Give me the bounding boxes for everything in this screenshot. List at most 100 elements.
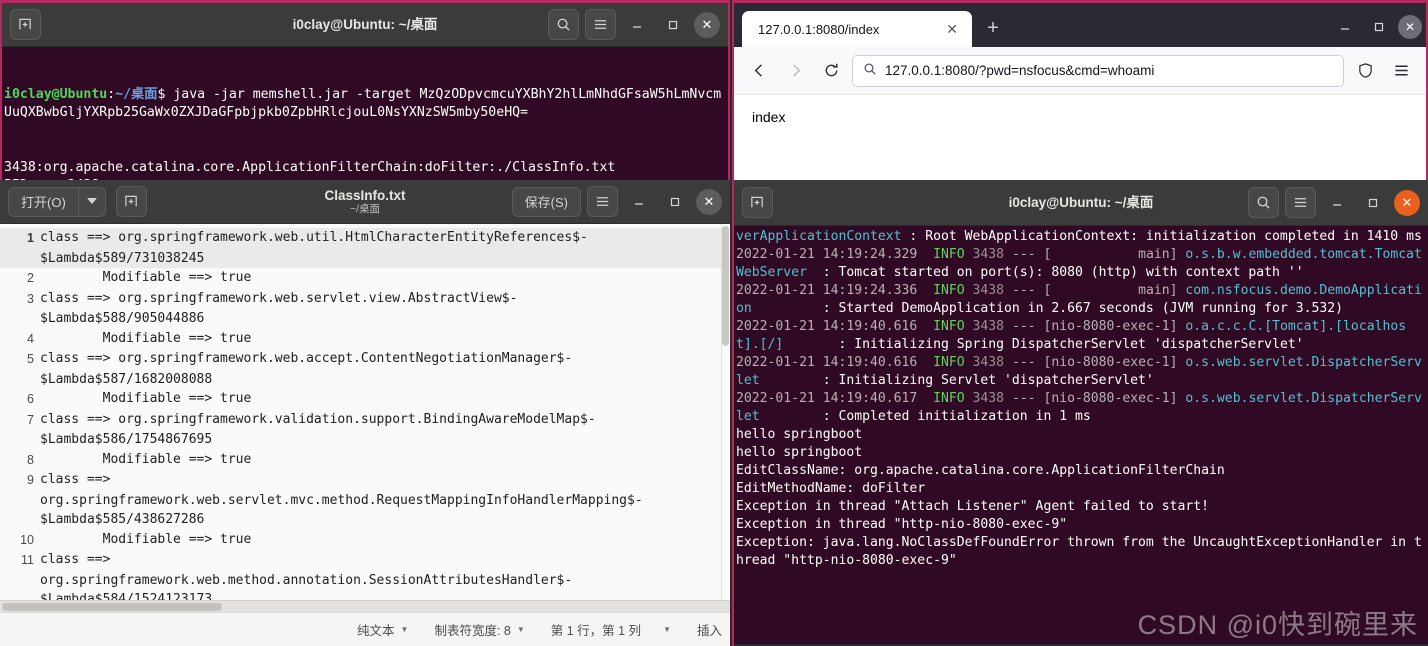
editor-line-row[interactable]: 1 class ==> org.springframework.web.util.… bbox=[0, 228, 730, 249]
editor-vertical-scrollbar[interactable] bbox=[721, 224, 730, 612]
editor-line-row[interactable]: org.springframework.web.method.annotatio… bbox=[0, 571, 730, 591]
new-tab-icon[interactable] bbox=[742, 187, 773, 218]
editor-line-row[interactable]: $Lambda$586/1754867695 bbox=[0, 430, 730, 450]
shield-icon[interactable] bbox=[1350, 56, 1380, 86]
editor-line-row[interactable]: org.springframework.web.servlet.mvc.meth… bbox=[0, 491, 730, 511]
back-arrow-icon[interactable] bbox=[744, 56, 774, 86]
terminal-log-segment: hello springboot bbox=[736, 445, 863, 460]
editor-horizontal-scrollbar[interactable] bbox=[0, 600, 730, 612]
status-position-label: 第 1 行，第 1 列 bbox=[550, 624, 642, 638]
editor-titlebar[interactable]: 打开(O) ClassInfo.txt ~/桌面 保存(S) ✕ bbox=[0, 180, 730, 224]
editor-horizontal-scroll-thumb[interactable] bbox=[2, 603, 222, 611]
maximize-icon[interactable] bbox=[1358, 188, 1388, 218]
terminal-log-line: Exception: java.lang.NoClassDefFoundErro… bbox=[736, 534, 1424, 570]
editor-line-row[interactable]: 11 class ==> bbox=[0, 550, 730, 571]
editor-line-number: 7 bbox=[27, 412, 34, 427]
minimize-icon[interactable] bbox=[622, 10, 652, 40]
status-tabwidth[interactable]: 制表符宽度: 8 ▼ bbox=[434, 620, 524, 639]
editor-line-row[interactable]: $Lambda$587/1682008088 bbox=[0, 370, 730, 390]
editor-line-row[interactable]: 8 Modifiable ==> true bbox=[0, 450, 730, 471]
prompt-user: i0clay@Ubuntu bbox=[4, 86, 108, 102]
search-icon[interactable] bbox=[1248, 187, 1279, 218]
new-tab-icon[interactable] bbox=[10, 9, 41, 40]
terminal-top-titlebar[interactable]: i0clay@Ubuntu: ~/桌面 ✕ bbox=[2, 3, 728, 47]
minimize-icon[interactable] bbox=[1330, 13, 1360, 41]
terminal-log-segment: INFO bbox=[933, 355, 965, 370]
address-bar[interactable]: 127.0.0.1:8080/?pwd=nsfocus&cmd=whoami bbox=[852, 54, 1344, 87]
terminal-bottom-output[interactable]: verApplicationContext : Root WebApplicat… bbox=[734, 226, 1428, 644]
maximize-icon[interactable] bbox=[658, 10, 688, 40]
page-content: index bbox=[734, 95, 1426, 180]
terminal-log-segment bbox=[965, 283, 973, 298]
terminal-log-segment: : Tomcat started on port(s): 8080 (http)… bbox=[806, 265, 1304, 280]
editor-line-row[interactable]: $Lambda$589/731038245 bbox=[0, 248, 730, 268]
editor-line-number: 5 bbox=[27, 352, 34, 366]
reload-icon[interactable] bbox=[816, 56, 846, 86]
maximize-icon[interactable] bbox=[1364, 13, 1394, 41]
prompt-path: ~/桌面 bbox=[115, 86, 158, 102]
new-tab-icon[interactable] bbox=[115, 186, 147, 217]
editor-line-text: class ==> org.springframework.web.servle… bbox=[40, 290, 518, 306]
minimize-icon[interactable] bbox=[624, 187, 654, 217]
editor-line-row[interactable]: 6 Modifiable ==> true bbox=[0, 389, 730, 410]
new-tab-button[interactable]: + bbox=[976, 11, 1010, 45]
hamburger-menu-icon[interactable] bbox=[585, 9, 616, 40]
editor-line-row[interactable]: 9 class ==> bbox=[0, 470, 730, 491]
editor-line-number bbox=[0, 309, 40, 329]
close-icon[interactable]: ✕ bbox=[942, 21, 962, 38]
terminal-bottom-titlebar[interactable]: i0clay@Ubuntu: ~/桌面 ✕ bbox=[734, 180, 1428, 226]
close-icon[interactable]: ✕ bbox=[1398, 15, 1422, 39]
close-icon[interactable]: ✕ bbox=[696, 188, 722, 215]
terminal-log-line: 2022-01-21 14:19:40.616 INFO 3438 --- [n… bbox=[736, 318, 1424, 354]
status-filetype-label: 纯文本 bbox=[357, 624, 395, 638]
status-insert-label: 插入 bbox=[696, 624, 722, 638]
editor-line-text: $Lambda$588/905044886 bbox=[40, 311, 205, 326]
editor-line-row[interactable]: $Lambda$588/905044886 bbox=[0, 309, 730, 329]
chevron-down-icon: ▼ bbox=[400, 625, 409, 634]
editor-line-number bbox=[0, 510, 40, 530]
open-button[interactable]: 打开(O) bbox=[8, 186, 78, 217]
editor-line-row[interactable]: 2 Modifiable ==> true bbox=[0, 268, 730, 289]
forward-arrow-icon[interactable] bbox=[780, 56, 810, 86]
terminal-log-segment bbox=[965, 355, 973, 370]
hamburger-menu-icon[interactable] bbox=[1386, 56, 1416, 86]
terminal-log-segment: --- [nio-8080-exec-1] bbox=[1004, 391, 1186, 406]
editor-line-row[interactable]: 4 Modifiable ==> true bbox=[0, 329, 730, 350]
terminal-top-output[interactable]: i0clay@Ubuntu:~/桌面$ java -jar memshell.j… bbox=[2, 47, 728, 180]
editor-line-row[interactable]: 7 class ==> org.springframework.validatio… bbox=[0, 410, 730, 431]
terminal-log-segment: : Root WebApplicationContext: initializa… bbox=[901, 229, 1422, 244]
terminal-log-line: EditClassName: org.apache.catalina.core.… bbox=[736, 462, 1424, 480]
desktop-root: i0clay@Ubuntu: ~/桌面 ✕ i0clay@Ubuntu:~/桌面… bbox=[0, 0, 1428, 646]
chevron-down-icon[interactable] bbox=[77, 186, 106, 217]
close-icon[interactable]: ✕ bbox=[694, 11, 720, 38]
minimize-icon[interactable] bbox=[1322, 188, 1352, 218]
prompt-sep: : bbox=[107, 86, 116, 102]
terminal-log-segment: EditMethodName: doFilter bbox=[736, 481, 926, 496]
browser-tab-title: 127.0.0.1:8080/index bbox=[758, 21, 880, 37]
editor-line-row[interactable]: 3 class ==> org.springframework.web.servl… bbox=[0, 289, 730, 310]
hamburger-menu-icon[interactable] bbox=[587, 186, 618, 217]
save-button[interactable]: 保存(S) bbox=[511, 186, 581, 217]
terminal-log-segment: 3438 bbox=[972, 283, 1005, 298]
editor-line-row[interactable]: 10 Modifiable ==> true bbox=[0, 530, 730, 551]
browser-tab[interactable]: 127.0.0.1:8080/index ✕ bbox=[742, 11, 972, 47]
terminal-log-segment: 2022-01-21 14:19:24.336 bbox=[736, 283, 918, 298]
terminal-log-segment: : Initializing Servlet 'dispatcherServle… bbox=[759, 373, 1154, 388]
editor-filename: ClassInfo.txt bbox=[324, 187, 406, 203]
editor-line-text: class ==> bbox=[40, 472, 111, 487]
search-icon[interactable] bbox=[548, 9, 579, 40]
editor-text-area[interactable]: 1 class ==> org.springframework.web.util.… bbox=[0, 224, 730, 612]
editor-line-row[interactable]: $Lambda$585/438627286 bbox=[0, 510, 730, 530]
browser-window: 127.0.0.1:8080/index ✕ + ✕ 127.0.0.1:808… bbox=[732, 0, 1428, 180]
editor-line-row[interactable]: 5 class ==> org.springframework.web.accep… bbox=[0, 349, 730, 370]
maximize-icon[interactable] bbox=[660, 187, 690, 217]
editor-line-number bbox=[0, 370, 40, 390]
hamburger-menu-icon[interactable] bbox=[1285, 187, 1316, 218]
terminal-log-segment bbox=[917, 355, 933, 370]
status-filetype[interactable]: 纯文本 ▼ bbox=[357, 620, 408, 639]
status-position[interactable]: 第 1 行，第 1 列 ▼ bbox=[551, 620, 671, 639]
status-insert-mode[interactable]: 插入 bbox=[697, 620, 722, 639]
close-icon[interactable]: ✕ bbox=[1394, 189, 1420, 216]
terminal-log-line: EditMethodName: doFilter bbox=[736, 480, 1424, 498]
editor-vertical-scroll-thumb[interactable] bbox=[722, 226, 729, 346]
